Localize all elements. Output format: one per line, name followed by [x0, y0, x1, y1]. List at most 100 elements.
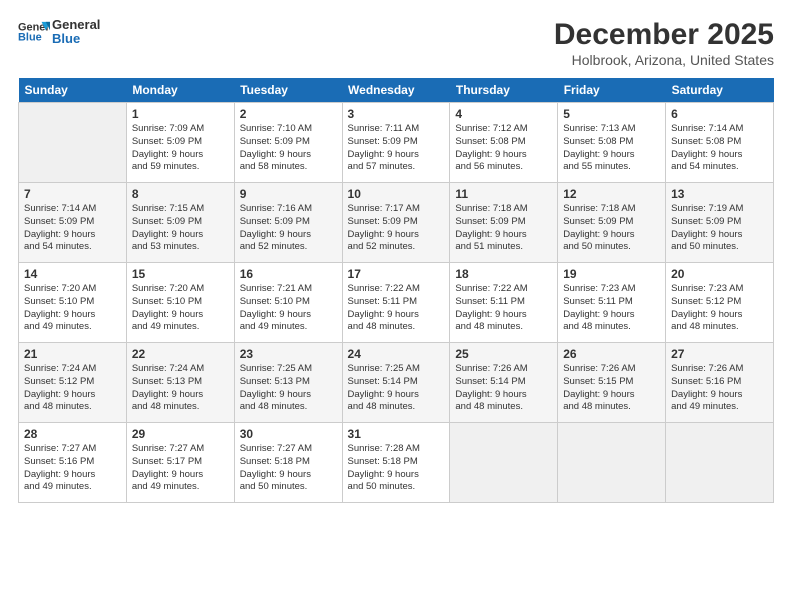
week-row-1: 1 Sunrise: 7:09 AM Sunset: 5:09 PM Daylig… [19, 103, 774, 183]
date-number: 1 [132, 107, 229, 121]
calendar-cell [558, 423, 666, 503]
calendar-cell: 3 Sunrise: 7:11 AM Sunset: 5:09 PM Daylig… [342, 103, 450, 183]
cell-info: Sunrise: 7:09 AM Sunset: 5:09 PM Dayligh… [132, 123, 229, 174]
cell-info: Sunrise: 7:19 AM Sunset: 5:09 PM Dayligh… [671, 203, 768, 254]
calendar-cell: 8 Sunrise: 7:15 AM Sunset: 5:09 PM Daylig… [126, 183, 234, 263]
day-header-monday: Monday [126, 78, 234, 103]
cell-info: Sunrise: 7:24 AM Sunset: 5:13 PM Dayligh… [132, 363, 229, 414]
cell-info: Sunrise: 7:27 AM Sunset: 5:16 PM Dayligh… [24, 443, 121, 494]
calendar-table: SundayMondayTuesdayWednesdayThursdayFrid… [18, 78, 774, 503]
calendar-cell: 10Sunrise: 7:17 AM Sunset: 5:09 PM Dayli… [342, 183, 450, 263]
cell-info: Sunrise: 7:18 AM Sunset: 5:09 PM Dayligh… [563, 203, 660, 254]
cell-info: Sunrise: 7:25 AM Sunset: 5:14 PM Dayligh… [348, 363, 445, 414]
calendar-cell [450, 423, 558, 503]
day-header-saturday: Saturday [666, 78, 774, 103]
calendar-cell: 7 Sunrise: 7:14 AM Sunset: 5:09 PM Daylig… [19, 183, 127, 263]
date-number: 14 [24, 267, 121, 281]
logo-line1: General [52, 18, 100, 32]
calendar-cell: 22 Sunrise: 7:24 AM Sunset: 5:13 PM Dayli… [126, 343, 234, 423]
date-number: 21 [24, 347, 121, 361]
date-number: 5 [563, 107, 660, 121]
header-row: SundayMondayTuesdayWednesdayThursdayFrid… [19, 78, 774, 103]
calendar-cell: 31 Sunrise: 7:28 AM Sunset: 5:18 PM Dayli… [342, 423, 450, 503]
cell-info: Sunrise: 7:24 AM Sunset: 5:12 PM Dayligh… [24, 363, 121, 414]
logo: General Blue General Blue [18, 18, 100, 47]
date-number: 20 [671, 267, 768, 281]
cell-info: Sunrise: 7:10 AM Sunset: 5:09 PM Dayligh… [240, 123, 337, 174]
cell-info: Sunrise: 7:25 AM Sunset: 5:13 PM Dayligh… [240, 363, 337, 414]
calendar-cell: 25Sunrise: 7:26 AM Sunset: 5:14 PM Dayli… [450, 343, 558, 423]
calendar-cell: 18 Sunrise: 7:22 AM Sunset: 5:11 PM Dayli… [450, 263, 558, 343]
cell-info: Sunrise: 7:23 AM Sunset: 5:12 PM Dayligh… [671, 283, 768, 334]
calendar-cell: 26 Sunrise: 7:26 AM Sunset: 5:15 PM Dayli… [558, 343, 666, 423]
cell-info: Sunrise: 7:22 AM Sunset: 5:11 PM Dayligh… [455, 283, 552, 334]
calendar-cell: 29Sunrise: 7:27 AM Sunset: 5:17 PM Dayli… [126, 423, 234, 503]
calendar-cell: 21 Sunrise: 7:24 AM Sunset: 5:12 PM Dayli… [19, 343, 127, 423]
date-number: 4 [455, 107, 552, 121]
day-header-sunday: Sunday [19, 78, 127, 103]
cell-info: Sunrise: 7:28 AM Sunset: 5:18 PM Dayligh… [348, 443, 445, 494]
calendar-cell: 9Sunrise: 7:16 AM Sunset: 5:09 PM Daylig… [234, 183, 342, 263]
calendar-cell: 20 Sunrise: 7:23 AM Sunset: 5:12 PM Dayli… [666, 263, 774, 343]
cell-info: Sunrise: 7:26 AM Sunset: 5:16 PM Dayligh… [671, 363, 768, 414]
calendar-cell: 19Sunrise: 7:23 AM Sunset: 5:11 PM Dayli… [558, 263, 666, 343]
cell-info: Sunrise: 7:27 AM Sunset: 5:18 PM Dayligh… [240, 443, 337, 494]
cell-info: Sunrise: 7:20 AM Sunset: 5:10 PM Dayligh… [24, 283, 121, 334]
calendar-cell: 27Sunrise: 7:26 AM Sunset: 5:16 PM Dayli… [666, 343, 774, 423]
date-number: 3 [348, 107, 445, 121]
calendar-cell: 4 Sunrise: 7:12 AM Sunset: 5:08 PM Daylig… [450, 103, 558, 183]
week-row-3: 14 Sunrise: 7:20 AM Sunset: 5:10 PM Dayli… [19, 263, 774, 343]
cell-info: Sunrise: 7:14 AM Sunset: 5:08 PM Dayligh… [671, 123, 768, 174]
calendar-cell: 14 Sunrise: 7:20 AM Sunset: 5:10 PM Dayli… [19, 263, 127, 343]
cell-info: Sunrise: 7:26 AM Sunset: 5:15 PM Dayligh… [563, 363, 660, 414]
calendar-cell: 5Sunrise: 7:13 AM Sunset: 5:08 PM Daylig… [558, 103, 666, 183]
cell-info: Sunrise: 7:17 AM Sunset: 5:09 PM Dayligh… [348, 203, 445, 254]
date-number: 17 [348, 267, 445, 281]
date-number: 28 [24, 427, 121, 441]
day-header-thursday: Thursday [450, 78, 558, 103]
calendar-cell: 23 Sunrise: 7:25 AM Sunset: 5:13 PM Dayli… [234, 343, 342, 423]
week-row-2: 7 Sunrise: 7:14 AM Sunset: 5:09 PM Daylig… [19, 183, 774, 263]
cell-info: Sunrise: 7:16 AM Sunset: 5:09 PM Dayligh… [240, 203, 337, 254]
date-number: 31 [348, 427, 445, 441]
calendar-cell: 15 Sunrise: 7:20 AM Sunset: 5:10 PM Dayli… [126, 263, 234, 343]
date-number: 26 [563, 347, 660, 361]
cell-info: Sunrise: 7:20 AM Sunset: 5:10 PM Dayligh… [132, 283, 229, 334]
title-block: December 2025 Holbrook, Arizona, United … [554, 18, 774, 68]
subtitle: Holbrook, Arizona, United States [554, 52, 774, 68]
date-number: 25 [455, 347, 552, 361]
date-number: 22 [132, 347, 229, 361]
calendar-cell: 28 Sunrise: 7:27 AM Sunset: 5:16 PM Dayli… [19, 423, 127, 503]
calendar-cell: 30 Sunrise: 7:27 AM Sunset: 5:18 PM Dayli… [234, 423, 342, 503]
date-number: 6 [671, 107, 768, 121]
date-number: 24 [348, 347, 445, 361]
date-number: 13 [671, 187, 768, 201]
calendar-cell: 17 Sunrise: 7:22 AM Sunset: 5:11 PM Dayli… [342, 263, 450, 343]
cell-info: Sunrise: 7:14 AM Sunset: 5:09 PM Dayligh… [24, 203, 121, 254]
cell-info: Sunrise: 7:11 AM Sunset: 5:09 PM Dayligh… [348, 123, 445, 174]
cell-info: Sunrise: 7:15 AM Sunset: 5:09 PM Dayligh… [132, 203, 229, 254]
date-number: 30 [240, 427, 337, 441]
cell-info: Sunrise: 7:27 AM Sunset: 5:17 PM Dayligh… [132, 443, 229, 494]
calendar-cell: 1 Sunrise: 7:09 AM Sunset: 5:09 PM Daylig… [126, 103, 234, 183]
calendar-cell: 2 Sunrise: 7:10 AM Sunset: 5:09 PM Daylig… [234, 103, 342, 183]
date-number: 16 [240, 267, 337, 281]
date-number: 15 [132, 267, 229, 281]
cell-info: Sunrise: 7:22 AM Sunset: 5:11 PM Dayligh… [348, 283, 445, 334]
page: General Blue General Blue December 2025 … [0, 0, 792, 612]
calendar-cell: 24 Sunrise: 7:25 AM Sunset: 5:14 PM Dayli… [342, 343, 450, 423]
cell-info: Sunrise: 7:23 AM Sunset: 5:11 PM Dayligh… [563, 283, 660, 334]
date-number: 2 [240, 107, 337, 121]
cell-info: Sunrise: 7:12 AM Sunset: 5:08 PM Dayligh… [455, 123, 552, 174]
header: General Blue General Blue December 2025 … [18, 18, 774, 68]
logo-icon: General Blue [18, 18, 50, 46]
day-header-tuesday: Tuesday [234, 78, 342, 103]
calendar-cell [19, 103, 127, 183]
date-number: 8 [132, 187, 229, 201]
date-number: 18 [455, 267, 552, 281]
svg-text:Blue: Blue [18, 32, 42, 44]
date-number: 7 [24, 187, 121, 201]
logo-line2: Blue [52, 32, 100, 46]
date-number: 23 [240, 347, 337, 361]
main-title: December 2025 [554, 18, 774, 52]
